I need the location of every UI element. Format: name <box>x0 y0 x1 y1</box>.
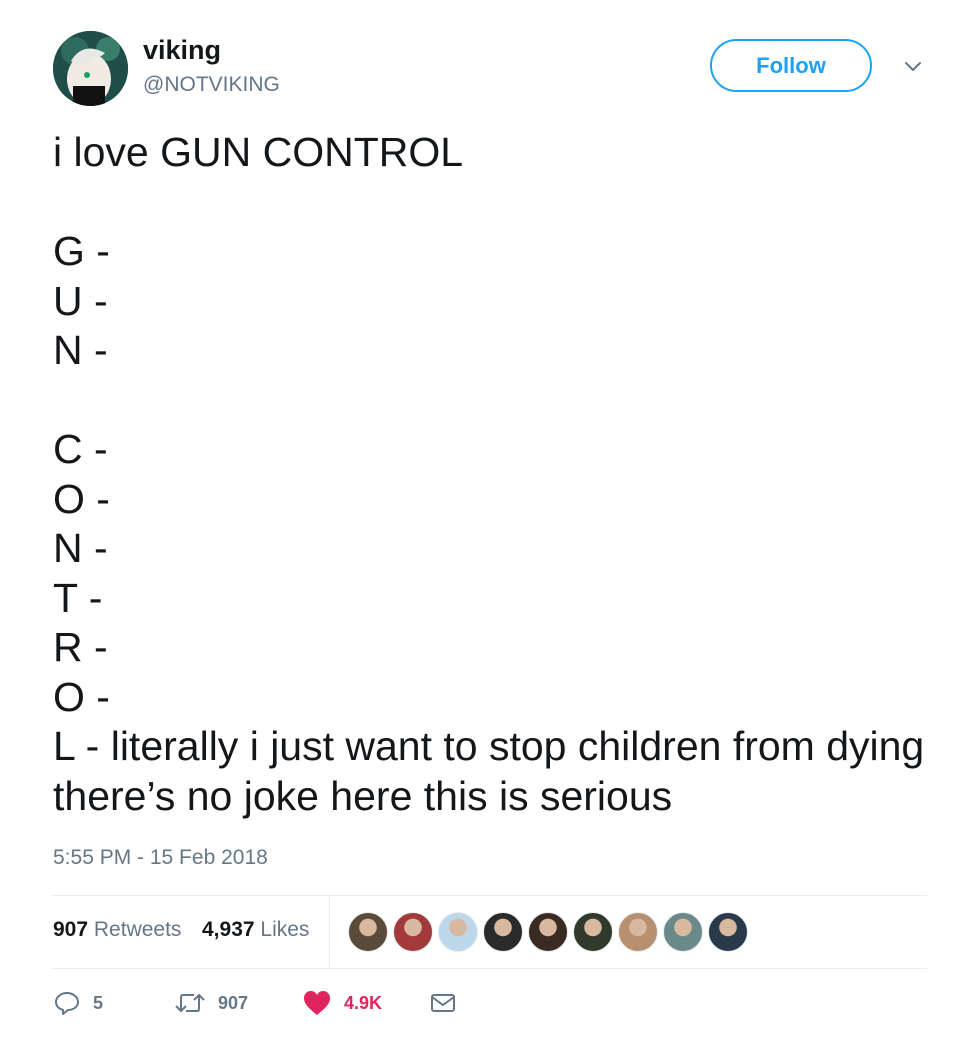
liker-avatar[interactable] <box>573 912 613 952</box>
reply-icon <box>55 992 79 1015</box>
divider <box>53 968 927 969</box>
liker-avatar[interactable] <box>438 912 478 952</box>
liker-avatar[interactable] <box>663 912 703 952</box>
chevron-down-icon[interactable] <box>901 59 925 75</box>
liker-avatar[interactable] <box>393 912 433 952</box>
liker-avatar[interactable] <box>708 912 748 952</box>
liker-avatar[interactable] <box>348 912 388 952</box>
likes-label: Likes <box>260 918 310 941</box>
heart-icon <box>304 991 330 1015</box>
avatar-image <box>53 31 128 106</box>
retweets-stat[interactable]: 907 Retweets <box>53 918 181 942</box>
follow-button[interactable]: Follow <box>710 39 872 92</box>
avatar[interactable] <box>53 31 128 106</box>
user-handle[interactable]: @NOTVIKING <box>143 73 280 97</box>
tweet-text: i love GUN CONTROL G - U - N - C - O - N… <box>53 129 925 819</box>
retweet-icon <box>175 993 205 1013</box>
tweet-header: viking @NOTVIKING Follow <box>53 31 933 107</box>
retweets-count: 907 <box>53 918 89 941</box>
liker-avatar[interactable] <box>528 912 568 952</box>
likes-count: 4,937 <box>202 918 255 941</box>
display-name[interactable]: viking <box>143 35 221 66</box>
likes-stat[interactable]: 4,937 Likes <box>202 918 309 942</box>
retweet-button[interactable]: 907 <box>174 985 248 1021</box>
reply-button[interactable]: 5 <box>53 985 103 1021</box>
liker-avatar[interactable] <box>483 912 523 952</box>
tweet-stats: 907 Retweets 4,937 Likes <box>53 896 927 968</box>
retweet-count: 907 <box>218 992 249 1013</box>
like-button[interactable]: 4.9K <box>302 985 382 1021</box>
tweet-timestamp[interactable]: 5:55 PM - 15 Feb 2018 <box>53 846 268 870</box>
envelope-icon <box>431 994 455 1012</box>
tweet-actions: 5 907 4.9K <box>53 985 927 1025</box>
direct-message-button[interactable] <box>429 985 457 1021</box>
like-count: 4.9K <box>344 992 383 1013</box>
stats-separator <box>329 896 330 968</box>
liker-avatar[interactable] <box>618 912 658 952</box>
retweets-label: Retweets <box>93 918 182 941</box>
reply-count: 5 <box>93 992 104 1013</box>
